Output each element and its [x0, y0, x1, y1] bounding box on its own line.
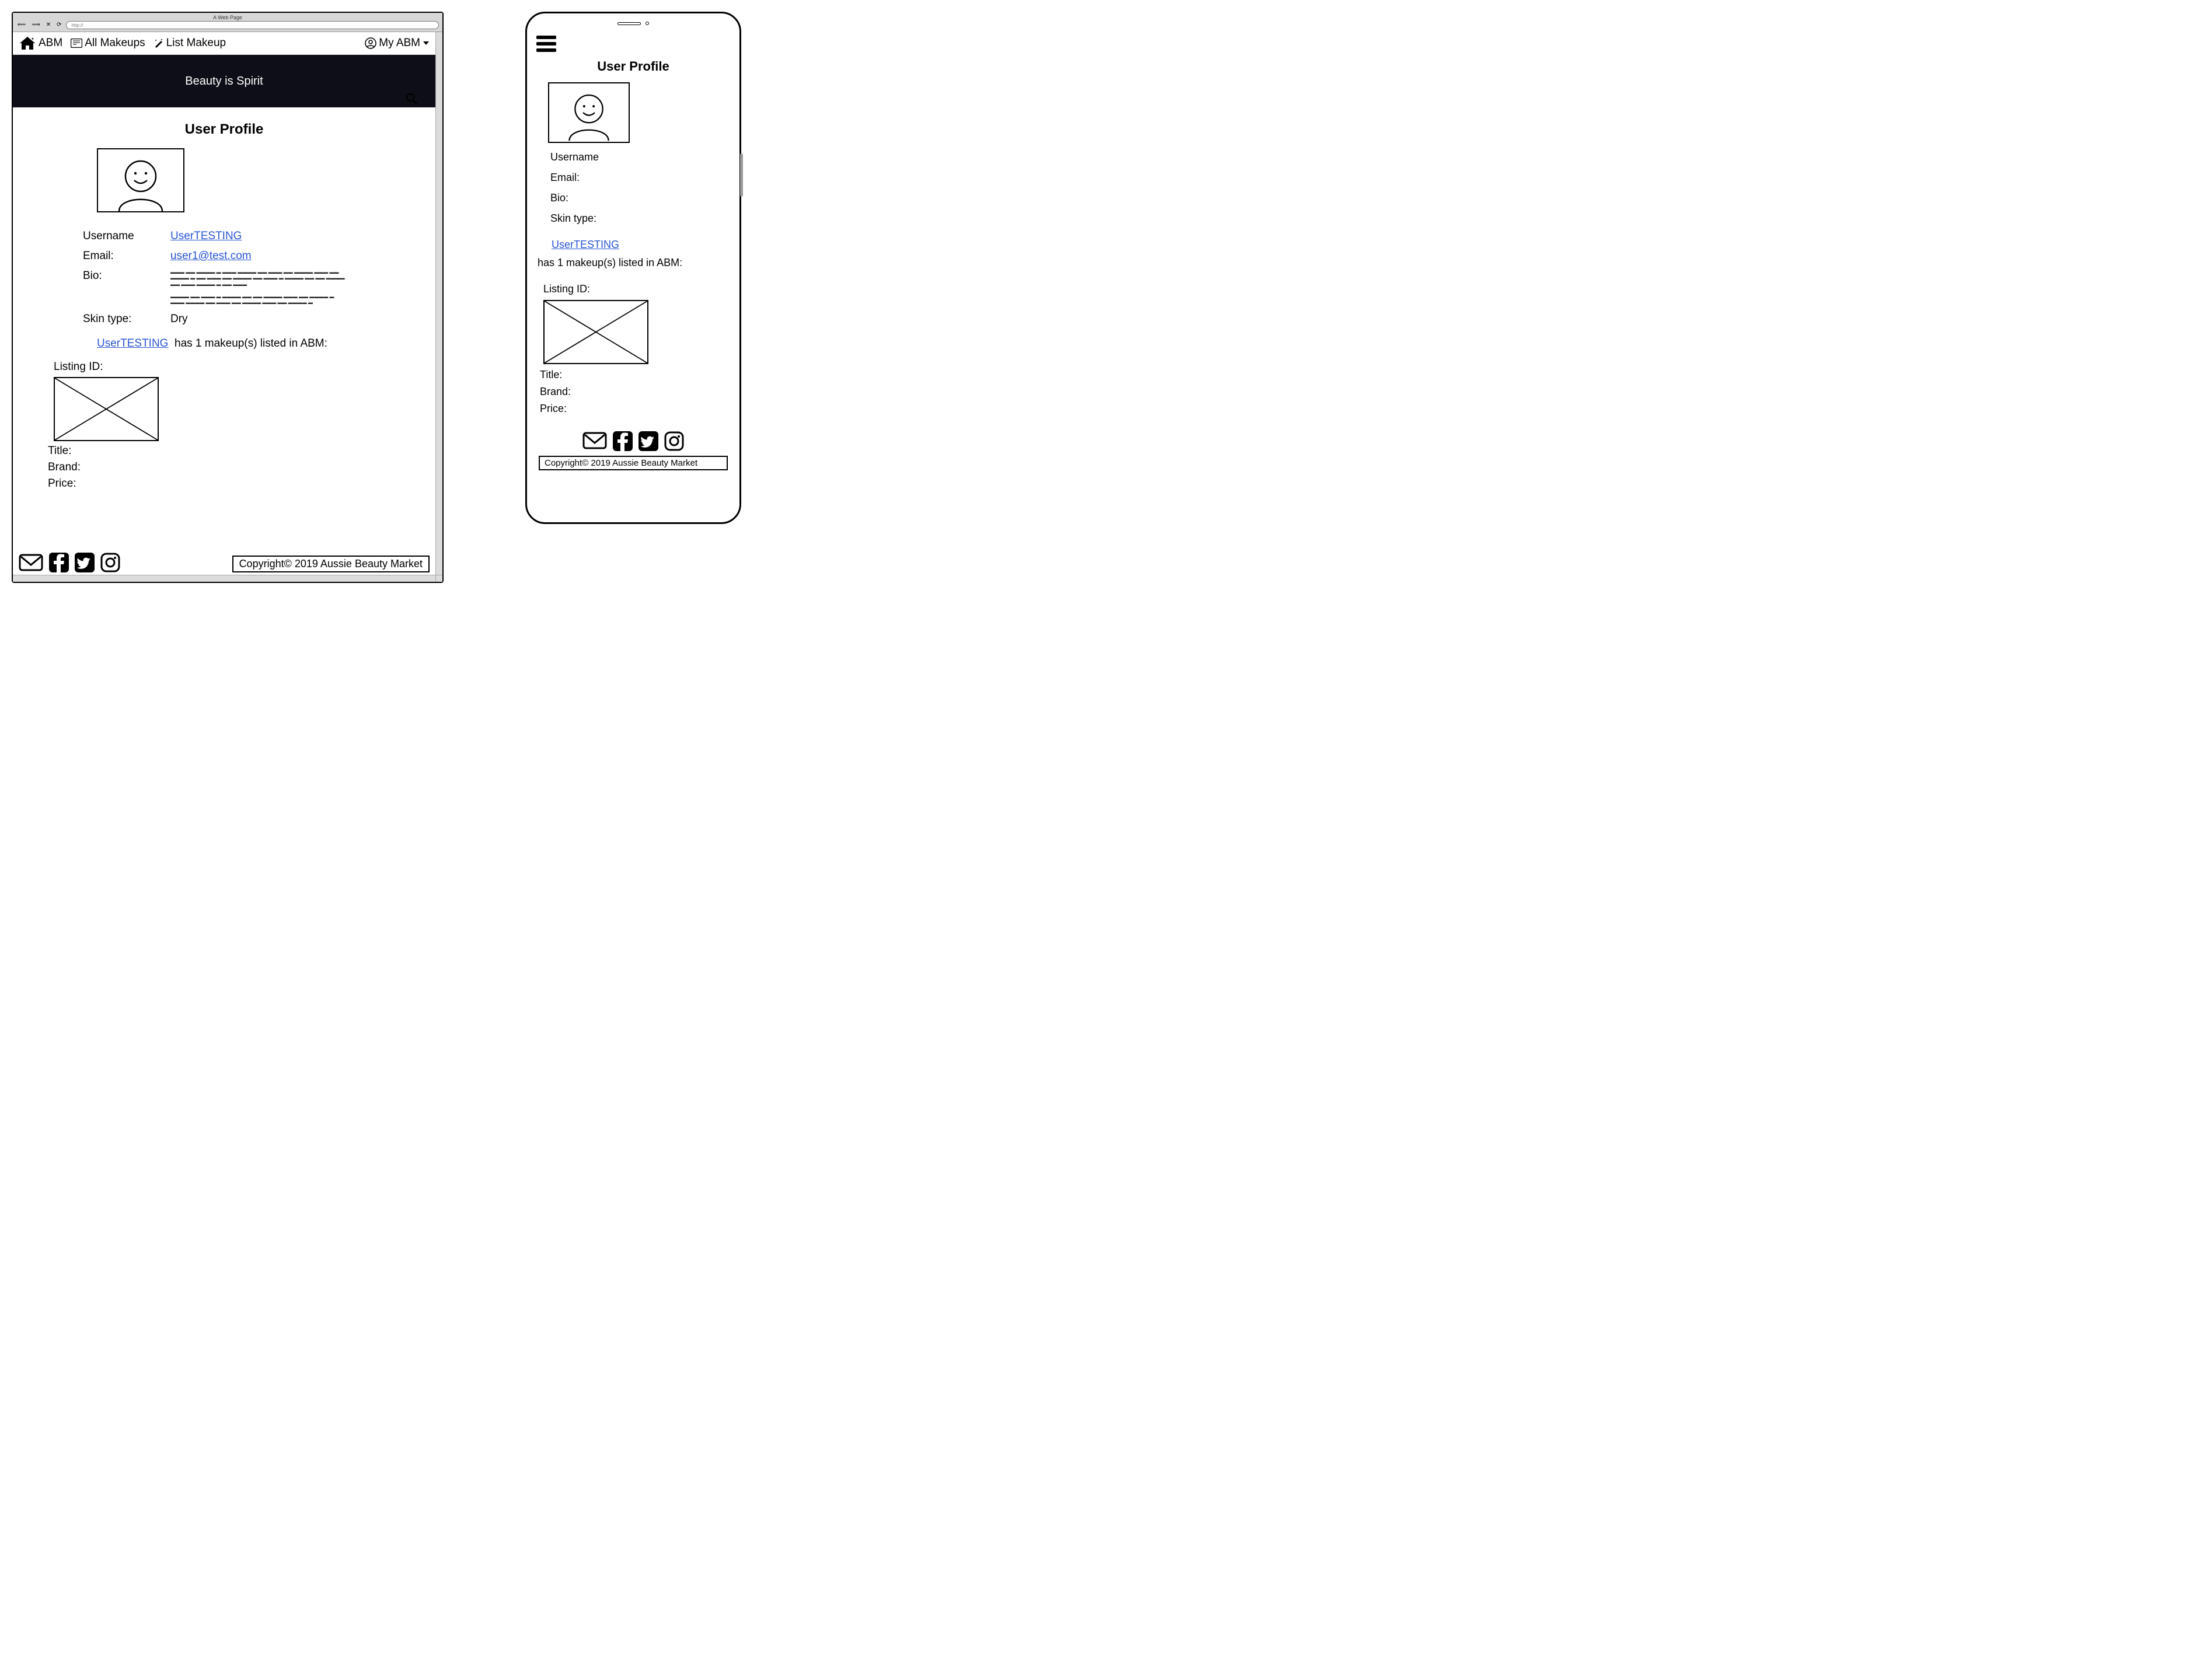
nav-forward-icon[interactable]: ⟹ — [30, 22, 41, 29]
browser-chrome: A Web Page ⟸ ⟹ ✕ ⟳ http:// — [13, 13, 442, 32]
nav-my-abm[interactable]: My ABM — [365, 37, 430, 50]
phone-label-email: Email: — [550, 172, 732, 184]
phone-page-title: User Profile — [534, 59, 732, 74]
url-input[interactable]: http:// — [66, 21, 439, 29]
wand-icon — [153, 38, 164, 48]
nav-all-makeups-label: All Makeups — [85, 37, 145, 50]
listing-sentence: UserTESTING has 1 makeup(s) listed in AB… — [97, 337, 395, 350]
value-skin-type: Dry — [170, 313, 395, 326]
instagram-icon[interactable] — [100, 553, 120, 572]
label-bio: Bio: — [83, 270, 170, 282]
caret-down-icon — [423, 40, 430, 46]
hero-banner: Beauty is Spirit — [13, 55, 435, 107]
value-bio: ▬▬▬ ▬▬ ▬▬▬▬ ▬ ▬▬▬ ▬▬▬▬ ▬▬ ▬▬▬ ▬▬ ▬▬▬▬ ▬▬… — [170, 270, 346, 306]
phone-listing-title-label: Title: — [540, 369, 732, 381]
brand-text: ABM — [39, 37, 62, 50]
nav-reload-icon[interactable]: ⟳ — [55, 22, 62, 29]
hero-tagline: Beauty is Spirit — [185, 75, 263, 88]
phone-listing-brand-label: Brand: — [540, 386, 732, 398]
phone-avatar-placeholder — [548, 82, 630, 143]
listing-brand-label: Brand: — [48, 461, 395, 474]
home-icon — [19, 36, 36, 51]
navbar: ABM All Makeups List Makeup — [13, 32, 435, 55]
page-footer: Copyright© 2019 Aussie Beauty Market — [13, 548, 435, 575]
horizontal-scrollbar[interactable] — [13, 575, 435, 582]
phone-label-username: Username — [550, 151, 732, 163]
phone-side-button — [740, 153, 743, 197]
phone-listing-thumbnail-placeholder[interactable] — [543, 300, 648, 364]
vertical-scrollbar[interactable] — [435, 32, 442, 575]
label-email: Email: — [83, 250, 170, 263]
listing-price-label: Price: — [48, 477, 395, 490]
hamburger-menu-button[interactable] — [536, 36, 556, 52]
page-title: User Profile — [13, 121, 435, 138]
nav-back-icon[interactable]: ⟸ — [16, 22, 27, 29]
phone-frame: User Profile Username Email: Bio: Skin t… — [525, 12, 741, 524]
browser-window-title: A Web Page — [16, 14, 439, 21]
twitter-icon[interactable] — [75, 553, 95, 572]
nav-list-makeup[interactable]: List Makeup — [153, 37, 226, 50]
phone-label-skin-type: Skin type: — [550, 212, 732, 225]
nav-list-makeup-label: List Makeup — [166, 37, 226, 50]
value-username-link[interactable]: UserTESTING — [170, 230, 242, 242]
value-email-link[interactable]: user1@test.com — [170, 250, 252, 262]
phone-notch — [529, 19, 737, 27]
listing-id-label: Listing ID: — [54, 361, 395, 373]
listing-sentence-rest: has 1 makeup(s) listed in ABM: — [175, 337, 327, 350]
phone-username-link[interactable]: UserTESTING — [552, 239, 619, 250]
phone-instagram-icon[interactable] — [664, 431, 684, 451]
brand-home-link[interactable]: ABM — [19, 36, 62, 51]
listing-title-label: Title: — [48, 445, 395, 457]
url-placeholder: http:// — [71, 23, 83, 28]
news-icon — [71, 39, 82, 48]
nav-stop-icon[interactable]: ✕ — [45, 22, 52, 29]
search-icon[interactable] — [405, 92, 418, 105]
phone-twitter-icon[interactable] — [639, 431, 658, 451]
phone-label-bio: Bio: — [550, 192, 732, 204]
label-skin-type: Skin type: — [83, 313, 170, 326]
phone-copyright-text: Copyright© 2019 Aussie Beauty Market — [539, 456, 728, 470]
mail-icon[interactable] — [19, 553, 43, 572]
phone-listing-id-label: Listing ID: — [543, 283, 732, 295]
listing-thumbnail-placeholder[interactable] — [54, 377, 159, 441]
nav-my-abm-label: My ABM — [379, 37, 420, 50]
phone-screen: User Profile Username Email: Bio: Skin t… — [534, 31, 732, 515]
user-circle-icon — [365, 37, 376, 49]
phone-listing-sentence: has 1 makeup(s) listed in ABM: — [538, 257, 732, 269]
phone-facebook-icon[interactable] — [613, 431, 633, 451]
label-username: Username — [83, 230, 170, 243]
phone-mail-icon[interactable] — [582, 431, 607, 451]
scroll-corner — [435, 575, 442, 582]
avatar-placeholder — [97, 148, 184, 212]
facebook-icon[interactable] — [49, 553, 69, 572]
listing-sentence-user-link[interactable]: UserTESTING — [97, 337, 168, 350]
page-content: ABM All Makeups List Makeup — [13, 32, 435, 575]
copyright-text: Copyright© 2019 Aussie Beauty Market — [232, 556, 430, 572]
browser-window: A Web Page ⟸ ⟹ ✕ ⟳ http:// — [12, 12, 444, 583]
nav-all-makeups[interactable]: All Makeups — [71, 37, 145, 50]
phone-listing-price-label: Price: — [540, 403, 732, 415]
